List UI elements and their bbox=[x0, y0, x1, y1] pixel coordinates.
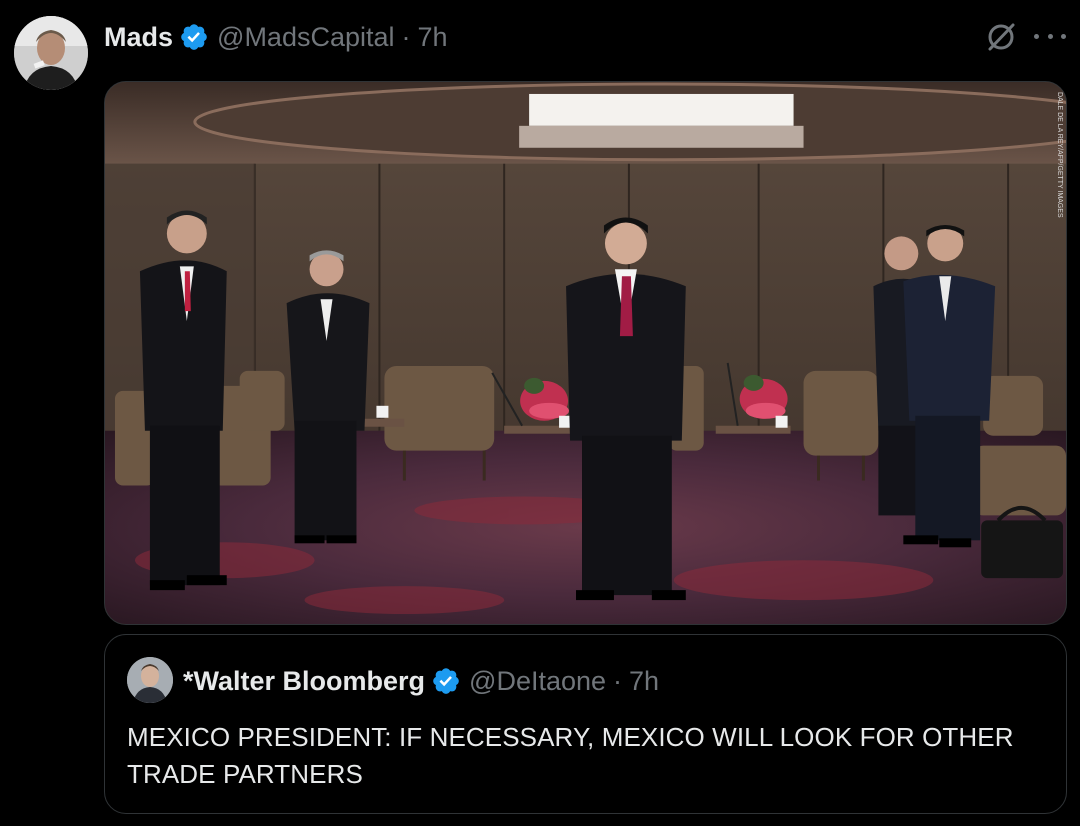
tweet-image[interactable]: DALE DE LA REY/AFP/GETTY IMAGES bbox=[104, 81, 1067, 625]
author-handle[interactable]: @MadsCapital bbox=[217, 22, 394, 53]
more-dot bbox=[1047, 33, 1053, 39]
separator-dot: · bbox=[401, 21, 411, 52]
quoted-author-handle[interactable]: @DeItaone bbox=[469, 666, 606, 697]
verified-badge-icon bbox=[181, 24, 207, 50]
image-watermark: DALE DE LA REY/AFP/GETTY IMAGES bbox=[1056, 92, 1063, 218]
quoted-author-avatar[interactable] bbox=[127, 657, 173, 703]
more-dot bbox=[1034, 33, 1039, 39]
quoted-author-name[interactable]: *Walter Bloomberg bbox=[183, 666, 425, 697]
quoted-tweet[interactable]: *Walter Bloomberg @DeItaone · 7h MEXICO … bbox=[104, 634, 1067, 814]
verified-badge-icon bbox=[433, 668, 459, 694]
photo-illustration: DALE DE LA REY/AFP/GETTY IMAGES bbox=[105, 82, 1066, 624]
tweet-header: Mads @MadsCapital · 7h bbox=[104, 18, 448, 56]
more-options-icon[interactable] bbox=[1034, 22, 1066, 50]
author-avatar[interactable] bbox=[14, 16, 88, 90]
grok-icon[interactable] bbox=[984, 20, 1018, 54]
tweet: Mads @MadsCapital · 7h DALE DE LA REY/AF… bbox=[0, 0, 1080, 826]
tweet-timestamp[interactable]: 7h bbox=[418, 22, 448, 53]
quoted-tweet-text: MEXICO PRESIDENT: IF NECESSARY, MEXICO W… bbox=[127, 722, 1014, 789]
separator-dot: · bbox=[613, 665, 623, 696]
quoted-tweet-timestamp[interactable]: 7h bbox=[629, 666, 659, 697]
more-dot bbox=[1061, 33, 1066, 39]
quoted-tweet-header: *Walter Bloomberg @DeItaone · 7h bbox=[183, 661, 659, 701]
author-name[interactable]: Mads bbox=[104, 22, 173, 53]
